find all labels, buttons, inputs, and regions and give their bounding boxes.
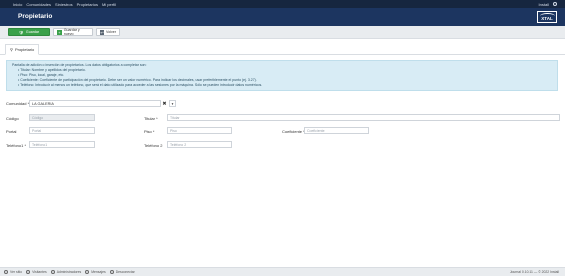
power-icon [109, 270, 114, 274]
nav-item-siniestros[interactable]: Siniestros [55, 2, 73, 7]
titular-input[interactable]: Titular [167, 114, 560, 121]
codigo-label: Código [6, 116, 19, 121]
piso-input[interactable]: Piso [167, 127, 232, 134]
logo-arc-icon [540, 13, 555, 19]
tab-propietario[interactable]: ⚲ Propietario [5, 44, 40, 55]
globe-icon [4, 270, 8, 274]
footer-item-visitantes[interactable]: Visitantes [26, 270, 47, 274]
chevron-down-icon[interactable]: ▾ [169, 100, 176, 107]
action-toolbar: 🛡 Guardar + Guardar y nuevo ↩ Volver [0, 26, 565, 39]
plus-icon: + [57, 29, 62, 35]
footer-label: Administradores [56, 270, 82, 274]
footer-label: Desconectar [115, 270, 135, 274]
footer-label: Ver sitio [10, 270, 23, 274]
footer-item-ver-sitio[interactable]: Ver sitio [4, 270, 22, 274]
codigo-input: Código [29, 114, 95, 121]
help-list: Titular: Nombre y apellidos del propieta… [18, 68, 552, 88]
telefono1-input[interactable]: Teléfono1 [29, 141, 95, 148]
user-icon: ⚲ [10, 47, 13, 52]
admin-icon [50, 270, 55, 274]
back-button[interactable]: ↩ Volver [96, 28, 120, 36]
piso-label: Piso * [144, 129, 155, 134]
footer-bar: Ver sitio Visitantes Administradores Men… [0, 267, 565, 276]
tab-bar: ⚲ Propietario [0, 43, 565, 55]
tab-label: Propietario [14, 47, 35, 52]
nav-item-inicio[interactable]: Inicio [13, 2, 22, 7]
help-item-telefono: Teléfono: Introducir al menos un teléfon… [18, 83, 552, 88]
user-name[interactable]: Install [539, 2, 549, 7]
envelope-icon [85, 270, 90, 274]
telefono2-label: Teléfono 2 [144, 143, 163, 148]
back-button-label: Volver [106, 30, 116, 34]
footer-item-desconectar[interactable]: Desconectar [109, 270, 135, 274]
brand-logo: XTAL [537, 11, 557, 23]
comunidad-label: Comunidad * [6, 101, 30, 106]
save-and-new-label: Guardar y nuevo [63, 28, 80, 36]
portal-label: Portal [6, 129, 17, 134]
footer-item-administradores[interactable]: Administradores [50, 270, 82, 274]
user-gear-icon[interactable] [553, 2, 557, 6]
footer-item-mensajes[interactable]: Mensajes [85, 270, 106, 274]
save-button-label: Guardar [25, 30, 40, 34]
nav-item-mi-perfil[interactable]: Mi perfil [102, 2, 116, 7]
telefono1-label: Teléfono1 * [6, 143, 27, 148]
save-button[interactable]: 🛡 Guardar [8, 28, 50, 36]
nav-item-propietarios[interactable]: Propietarios [77, 2, 98, 7]
page-header: Propietario XTAL [0, 8, 565, 26]
telefono2-input[interactable]: Teléfono 2 [167, 141, 232, 148]
nav-item-comunidades[interactable]: Comunidades [26, 2, 51, 7]
footer-label: Mensajes [91, 270, 106, 274]
titular-label: Titular * [144, 116, 158, 121]
footer-label: Visitantes [32, 270, 47, 274]
page-title: Propietario [18, 13, 53, 20]
clear-icon[interactable]: ✖ [161, 100, 168, 107]
back-arrow-icon: ↩ [100, 29, 104, 35]
coeficiente-input[interactable]: Coeficiente [304, 127, 369, 134]
shield-icon: 🛡 [18, 29, 24, 35]
comunidad-select[interactable]: LA GALERIA [29, 100, 161, 107]
coeficiente-label: Coeficiente * [282, 129, 305, 134]
copyright-text: Journal 0.10.11 — © 2022 Install [509, 270, 559, 274]
top-navigation: Inicio Comunidades Siniestros Propietari… [0, 0, 565, 8]
portal-input[interactable]: Portal [29, 127, 95, 134]
users-icon [26, 270, 31, 274]
save-and-new-button[interactable]: + Guardar y nuevo [53, 28, 93, 36]
user-area: Install [539, 0, 557, 8]
help-info-box: Pantalla de adición o inserción de propi… [6, 60, 558, 91]
